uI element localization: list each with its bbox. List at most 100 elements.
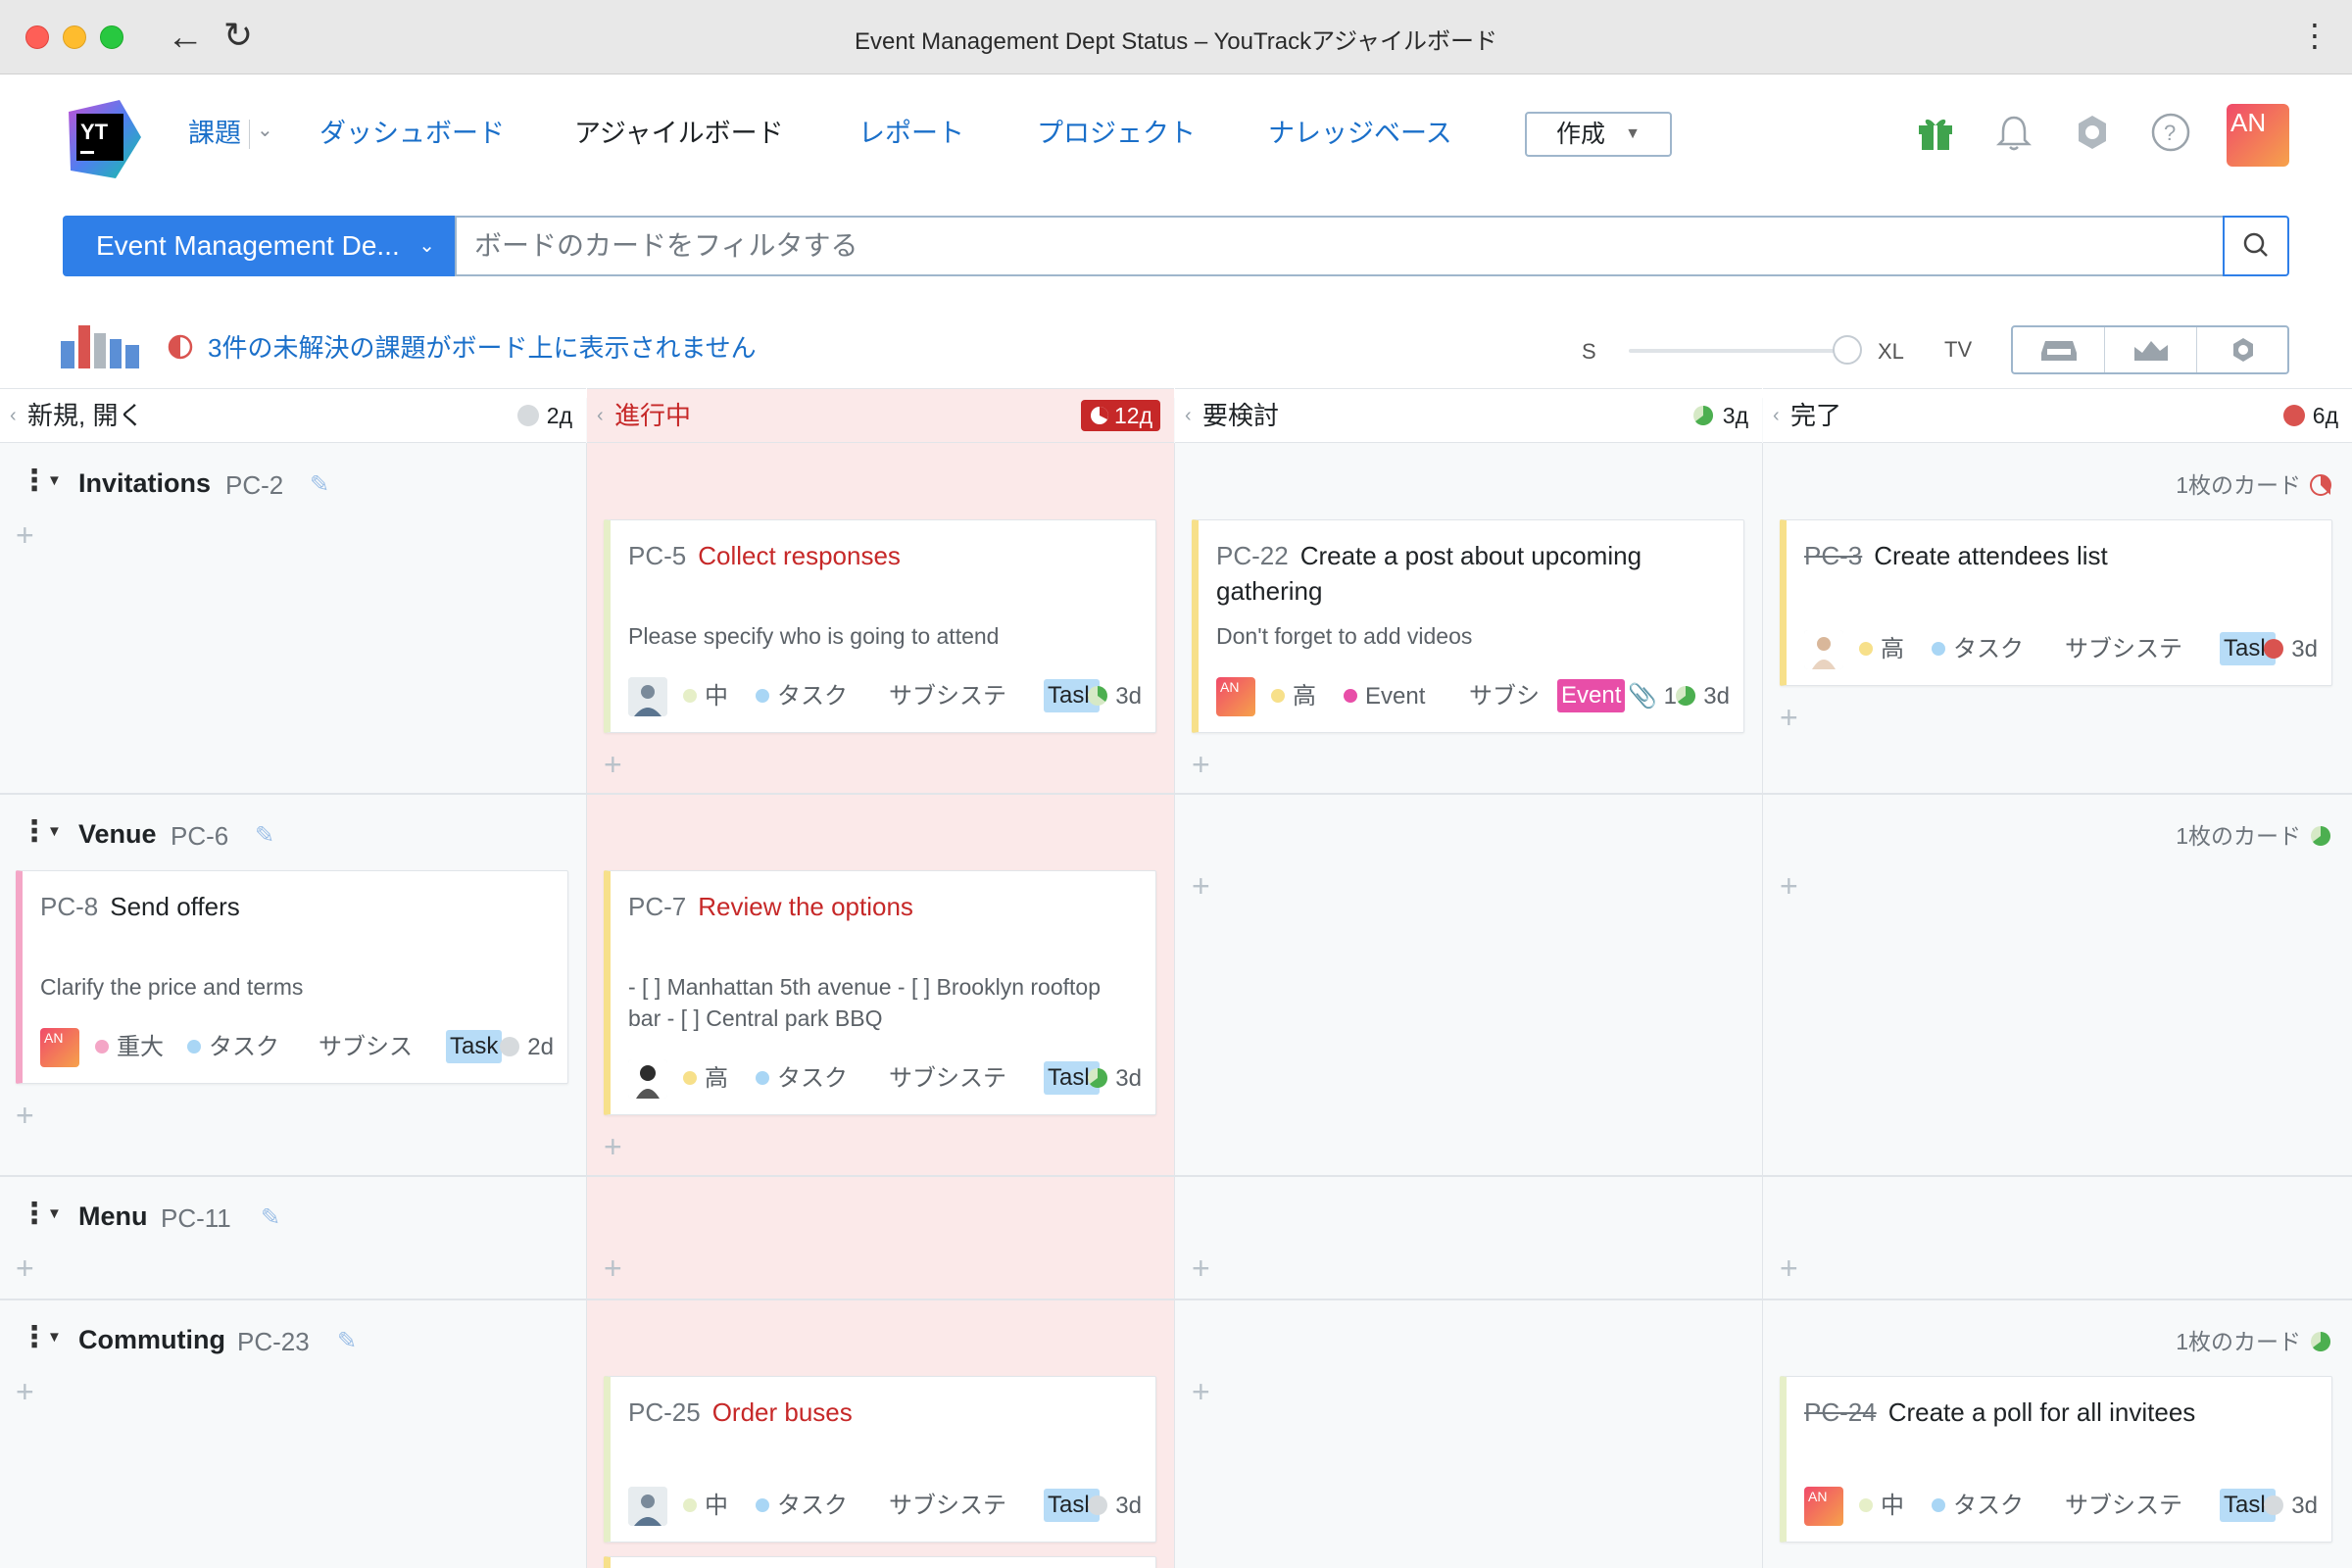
add-card-button[interactable]: +	[604, 1131, 622, 1162]
user-avatar[interactable]: AN	[2227, 104, 2289, 167]
swimlane-id[interactable]: PC-23	[237, 1327, 310, 1357]
assignee-avatar[interactable]	[628, 1059, 667, 1099]
priority-field[interactable]: 中	[683, 681, 728, 712]
subsystem-field[interactable]: サブシステ	[2065, 634, 2182, 665]
swimlane-header-menu[interactable]: ⋮ ▼ Menu PC-11 ✎	[0, 1194, 588, 1241]
card-title[interactable]: Collect responses	[698, 541, 901, 570]
collapse-triangle-icon[interactable]: ▼	[47, 1329, 62, 1346]
collapse-triangle-icon[interactable]: ▼	[47, 472, 62, 489]
nav-issues[interactable]: 課題	[188, 116, 241, 151]
pencil-icon[interactable]: ✎	[310, 470, 329, 499]
collapse-triangle-icon[interactable]: ▼	[47, 1205, 62, 1222]
assignee-avatar[interactable]	[628, 1487, 667, 1526]
card-pc-3[interactable]: PC-3 Create attendees list 高 タスク サブシステ Ta…	[1780, 519, 2332, 686]
kebab-icon[interactable]: ⋮	[20, 1323, 49, 1352]
column-header-review[interactable]: ‹ 要検討 3д	[1175, 388, 1762, 443]
estimate-field[interactable]: 3d	[1674, 681, 1730, 712]
chevron-left-icon[interactable]: ‹	[1185, 389, 1192, 442]
card-pc-8[interactable]: PC-8 Send offers Clarify the price and te…	[16, 870, 568, 1084]
kebab-icon[interactable]: ⋮	[20, 817, 49, 847]
card-title[interactable]: Create a poll for all invitees	[1888, 1397, 2196, 1427]
subsystem-field[interactable]: サブシ	[1469, 681, 1540, 712]
hidden-issues-link[interactable]: 3件の未解決の課題がボード上に表示されません	[208, 333, 757, 363]
card-id[interactable]: PC-3	[1804, 541, 1862, 570]
card-title[interactable]: Review the options	[698, 892, 913, 921]
add-card-button[interactable]: +	[1780, 870, 1798, 902]
assignee-avatar[interactable]: AN	[1216, 677, 1255, 716]
tv-mode-toggle[interactable]: TV	[1944, 337, 1972, 363]
column-header-done[interactable]: ‹ 完了 6д	[1763, 388, 2352, 443]
gear-icon[interactable]	[2070, 110, 2115, 155]
subsystem-field[interactable]: サブシス	[318, 1032, 413, 1063]
assignee-avatar[interactable]	[628, 677, 667, 716]
pencil-icon[interactable]: ✎	[261, 1203, 280, 1232]
search-button[interactable]	[2223, 216, 2289, 276]
event-tag[interactable]: Event	[1557, 679, 1626, 712]
chevron-left-icon[interactable]: ‹	[597, 389, 604, 442]
estimate-field[interactable]: 2d	[498, 1032, 554, 1063]
estimate-field[interactable]: 3d	[1086, 1491, 1142, 1522]
type-field[interactable]: タスク	[756, 1063, 848, 1095]
card-id[interactable]: PC-22	[1216, 541, 1289, 570]
card-pc-24[interactable]: PC-24 Create a poll for all invitees AN 中…	[1780, 1376, 2332, 1543]
card-size-slider-handle[interactable]	[1833, 335, 1862, 365]
estimate-field[interactable]: 3d	[2262, 1491, 2318, 1522]
assignee-avatar[interactable]: AN	[40, 1028, 79, 1067]
card-pc-5[interactable]: PC-5 Collect responses Please specify who…	[604, 519, 1156, 733]
add-card-button[interactable]: +	[16, 1252, 34, 1284]
estimate-field[interactable]: 3d	[1086, 1063, 1142, 1095]
add-card-button[interactable]: +	[1780, 702, 1798, 733]
attachments-field[interactable]: 📎 1	[1628, 681, 1677, 712]
pencil-icon[interactable]: ✎	[255, 821, 274, 850]
swimlane-header-venue[interactable]: ⋮ ▼ Venue PC-6 ✎	[0, 811, 588, 858]
add-card-button[interactable]: +	[604, 1252, 622, 1284]
type-field[interactable]: タスク	[756, 681, 848, 712]
nav-projects[interactable]: プロジェクト	[1037, 116, 1196, 151]
add-card-button[interactable]: +	[1192, 870, 1210, 902]
swimlane-header-commuting[interactable]: ⋮ ▼ Commuting PC-23 ✎	[0, 1317, 588, 1364]
board-filter-input[interactable]: ボードのカードをフィルタする	[455, 216, 2225, 276]
swimlane-header-invitations[interactable]: ⋮ ▼ Invitations PC-2 ✎	[0, 461, 588, 508]
type-field[interactable]: タスク	[187, 1032, 279, 1063]
help-icon[interactable]: ?	[2148, 110, 2193, 155]
card-title[interactable]: Create attendees list	[1874, 541, 2107, 570]
chevron-left-icon[interactable]: ‹	[10, 389, 17, 442]
add-card-button[interactable]: +	[16, 1100, 34, 1131]
add-card-button[interactable]: +	[1192, 1252, 1210, 1284]
card-id[interactable]: PC-24	[1804, 1397, 1877, 1427]
nav-dashboards[interactable]: ダッシュボード	[319, 116, 505, 151]
priority-field[interactable]: 重大	[95, 1032, 164, 1063]
board-selector[interactable]: Event Management De... ⌄	[63, 216, 455, 276]
kebab-icon[interactable]: ⋮	[20, 466, 49, 496]
kebab-icon[interactable]: ⋮	[2299, 16, 2330, 55]
card-pc-22[interactable]: PC-22 Create a post about upcoming gather…	[1192, 519, 1744, 733]
add-card-button[interactable]: +	[16, 519, 34, 551]
nav-agile-boards[interactable]: アジャイルボード	[574, 116, 784, 151]
estimate-field[interactable]: 3d	[1086, 681, 1142, 712]
card-id[interactable]: PC-8	[40, 892, 98, 921]
type-field[interactable]: タスク	[1932, 634, 2024, 665]
estimate-field[interactable]: 3d	[2262, 634, 2318, 665]
column-header-in-progress[interactable]: ‹ 進行中 12д	[587, 388, 1174, 443]
assignee-avatar[interactable]: AN	[1804, 1487, 1843, 1526]
add-card-button[interactable]: +	[604, 749, 622, 780]
column-header-new[interactable]: ‹ 新規, 開く 2д	[0, 388, 586, 443]
bell-icon[interactable]	[1991, 110, 2036, 155]
add-card-button[interactable]: +	[1192, 1376, 1210, 1407]
burndown-chart-button[interactable]	[2105, 327, 2197, 372]
card-title[interactable]: Send offers	[110, 892, 240, 921]
priority-field[interactable]: 中	[1859, 1491, 1904, 1522]
priority-field[interactable]: 高	[1859, 634, 1904, 665]
chevron-down-icon[interactable]: ⌄	[257, 118, 273, 142]
card-size-slider[interactable]	[1629, 349, 1848, 353]
add-card-button[interactable]: +	[16, 1376, 34, 1407]
card-title[interactable]: Order buses	[712, 1397, 853, 1427]
card-id[interactable]: PC-5	[628, 541, 686, 570]
chevron-left-icon[interactable]: ‹	[1773, 389, 1780, 442]
pencil-icon[interactable]: ✎	[337, 1327, 357, 1355]
priority-field[interactable]: 高	[683, 1063, 728, 1095]
collapse-triangle-icon[interactable]: ▼	[47, 823, 62, 840]
task-tag[interactable]: Task	[446, 1030, 503, 1063]
subsystem-field[interactable]: サブシステ	[2065, 1491, 2182, 1522]
card-partial[interactable]	[604, 1556, 1156, 1568]
